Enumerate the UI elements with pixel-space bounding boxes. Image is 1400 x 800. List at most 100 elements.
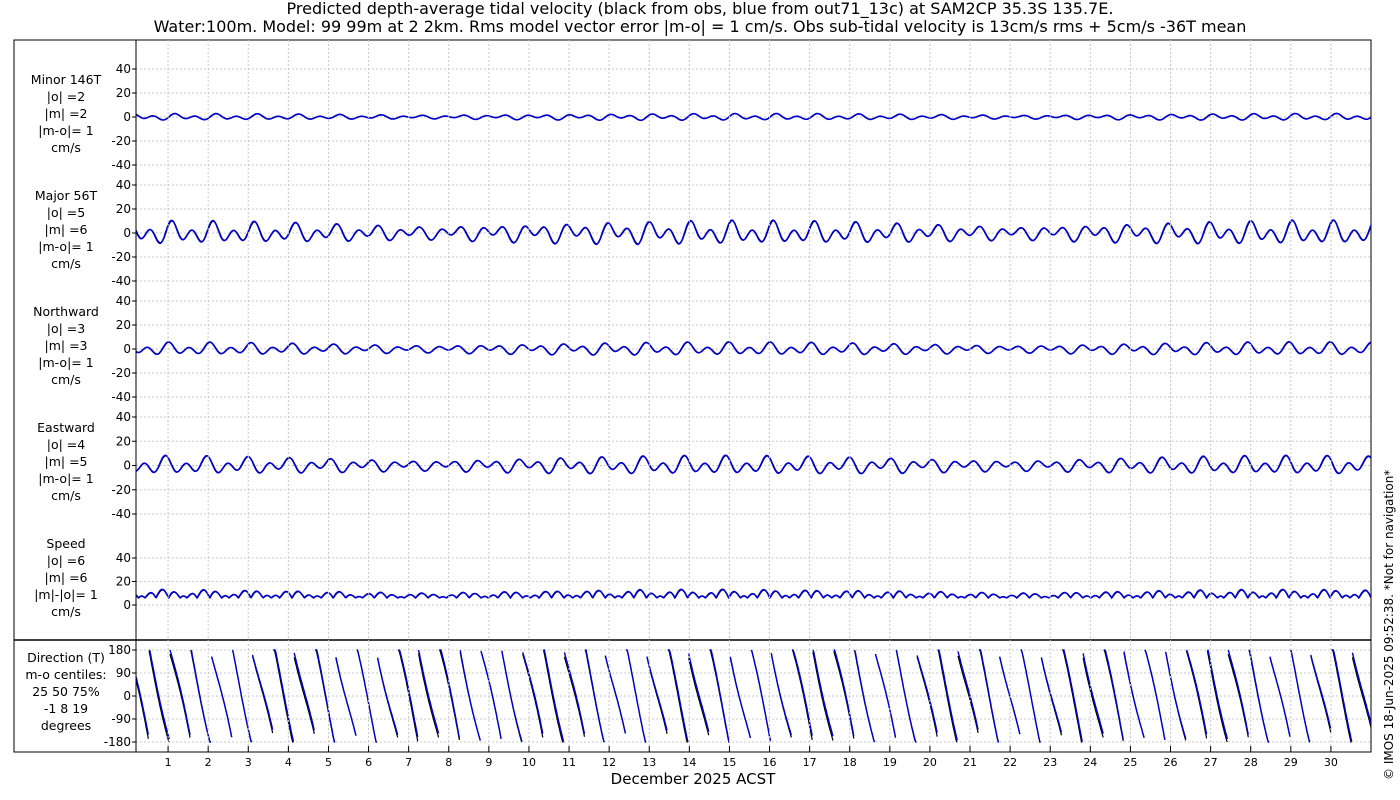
x-tick-label: 17 [803,756,817,769]
x-tick-label: 24 [1083,756,1097,769]
x-tick-label: 6 [365,756,372,769]
x-tick-label: 3 [245,756,252,769]
direction-obs-line [135,679,149,739]
panel-label-line: 25 50 75% [32,684,100,699]
direction-obs-line [957,655,979,734]
y-tick-label: 20 [116,318,131,332]
y-tick-label: 40 [116,294,131,308]
direction-model-line [1144,649,1166,741]
panel-label-line: Speed [46,536,85,551]
x-tick-label: 27 [1204,756,1218,769]
direction-obs-line [833,651,855,739]
east-model-line [135,454,1372,475]
y-tick-label: 90 [116,666,131,680]
panel-label-line: |m| =5 [45,454,88,469]
y-tick-label: 40 [116,62,131,76]
direction-model-line [417,649,440,734]
panel-label-line: |m-o|= 1 [38,355,93,370]
panel-label-line: |m| =6 [45,222,88,237]
x-tick-label: 16 [763,756,777,769]
panel-label-line: cm/s [51,372,81,387]
panel-label-line: Eastward [37,420,95,435]
y-tick-label: 0 [123,689,131,703]
y-tick-label: 0 [123,342,131,356]
direction-model-line [1351,652,1372,724]
x-tick-label: 28 [1244,756,1258,769]
direction-obs-line [1185,651,1208,739]
direction-model-line [1040,657,1063,733]
direction-model-line [604,655,627,734]
panel-label-line: Direction (T) [27,650,105,665]
x-tick-label: 10 [522,756,536,769]
panel-label-line: degrees [41,718,91,733]
y-tick-label: -20 [111,134,131,148]
direction-model-line [251,654,274,730]
y-tick-label: 40 [116,410,131,424]
x-tick-label: 11 [562,756,576,769]
x-tick-label: 29 [1284,756,1298,769]
x-tick-label: 13 [642,756,656,769]
panel-label-line: |o| =6 [47,553,86,568]
y-tick-label: -20 [111,483,131,497]
x-axis-label: December 2025 ACST [611,770,776,788]
direction-obs-line [1351,657,1372,728]
y-tick-label: 20 [116,202,131,216]
x-tick-label: 18 [843,756,857,769]
panel-label-line: cm/s [51,140,81,155]
major-model-line [135,219,1372,246]
x-tick-label: 1 [165,756,172,769]
panel-label-line: |m| =3 [45,338,88,353]
direction-model-line [1310,654,1332,730]
direction-model-line [1123,651,1145,738]
direction-obs-line [916,656,938,737]
y-tick-label: 40 [116,178,131,192]
x-tick-label: 9 [485,756,492,769]
direction-model-line [439,649,461,739]
north-model-line [135,340,1372,356]
y-tick-label: 20 [116,86,131,100]
y-tick-label: 20 [116,434,131,448]
direction-model-line [480,651,502,740]
tidal-velocity-chart: 40200-20-40Minor 146T|o| =2|m| =2|m-o|= … [13,39,1372,788]
y-tick-label: 180 [108,643,131,657]
x-tick-label: 22 [1003,756,1017,769]
x-tick-label: 7 [405,756,412,769]
panel-label-line: m-o centiles: [25,667,106,682]
y-tick-label: -40 [111,507,131,521]
panel-label-line: cm/s [51,488,81,503]
direction-model-line [1165,651,1187,739]
y-tick-label: -40 [111,274,131,288]
y-tick-label: 20 [116,575,131,589]
panel-label-line: |m| =6 [45,570,88,585]
x-tick-label: 15 [722,756,736,769]
panel-label-line: |m-o|= 1 [38,239,93,254]
outer-frame [13,39,1372,753]
panel-label-line: |m-o|= 1 [38,123,93,138]
direction-model-line [1082,653,1104,734]
y-tick-label: -90 [111,712,131,726]
panel-label-line: |o| =4 [47,437,86,452]
y-tick-label: -40 [111,390,131,404]
x-tick-label: 8 [445,756,452,769]
x-tick-label: 19 [883,756,897,769]
x-tick-label: 4 [285,756,292,769]
direction-model-line [729,656,752,739]
panel-label-line: Minor 146T [31,72,102,87]
y-tick-label: 0 [123,226,131,240]
direction-model-line [812,649,834,737]
x-tick-label: 14 [682,756,696,769]
direction-model-line [688,653,710,732]
panel-label-line: Northward [33,304,99,319]
y-tick-label: -40 [111,158,131,172]
direction-model-line [957,651,979,730]
y-tick-label: -20 [111,366,131,380]
panel-label-line: |o| =5 [47,205,85,220]
direction-model-line [210,656,233,738]
y-tick-label: 0 [123,459,131,473]
x-tick-label: 12 [602,756,616,769]
direction-model-line [459,650,481,741]
x-tick-label: 20 [923,756,937,769]
direction-model-line [1269,656,1291,738]
speed-model-line [135,588,1372,600]
direction-model-line [148,649,170,740]
